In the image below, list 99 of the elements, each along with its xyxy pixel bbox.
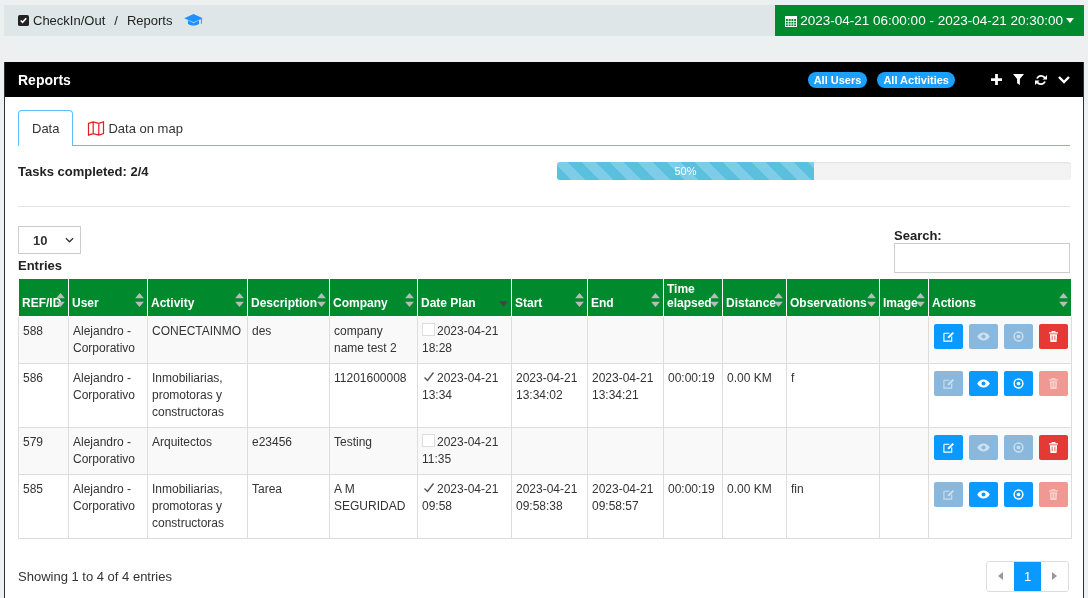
edit-icon bbox=[943, 441, 954, 453]
locate-button[interactable] bbox=[1004, 370, 1033, 396]
filter-badge[interactable]: All Activities bbox=[877, 71, 955, 88]
date-range-button[interactable]: 2023-04-21 06:00:00 - 2023-04-21 20:30:00 bbox=[775, 5, 1084, 36]
date-plan-cell: 2023-04-21 09:58 bbox=[422, 481, 499, 513]
trash-icon bbox=[1049, 330, 1058, 342]
tab[interactable]: Data bbox=[18, 110, 74, 146]
target-icon bbox=[1013, 441, 1024, 453]
chevron-down-icon bbox=[65, 237, 74, 243]
plus-icon[interactable] bbox=[991, 74, 1002, 85]
breadcrumb-item[interactable]: CheckIn/Out bbox=[33, 13, 106, 28]
tasks-completed-label: Tasks completed: 2/4 bbox=[18, 163, 150, 179]
table-cell: 2023-04-21 13:34:02 bbox=[516, 370, 578, 402]
table-cell: 588 bbox=[23, 323, 44, 338]
table-cell: 579 bbox=[23, 434, 44, 449]
panel-title: Reports bbox=[18, 71, 72, 88]
column-header[interactable]: End bbox=[587, 279, 664, 317]
column-header[interactable]: Actions bbox=[928, 279, 1072, 317]
table-cell: e23456 bbox=[252, 434, 293, 449]
table-cell: fin bbox=[791, 481, 804, 496]
column-header[interactable]: Image bbox=[879, 279, 929, 317]
column-header[interactable]: Distance bbox=[722, 279, 787, 317]
tab[interactable]: Data on map bbox=[73, 110, 197, 146]
trash-icon bbox=[1049, 488, 1058, 500]
table-cell: 00:00:19 bbox=[668, 370, 715, 385]
eye-icon bbox=[977, 489, 990, 499]
breadcrumb-separator: / bbox=[114, 13, 118, 28]
edit-button[interactable] bbox=[934, 323, 963, 349]
filter-badge[interactable]: All Users bbox=[807, 71, 868, 88]
table-info: Showing 1 to 4 of 4 entries bbox=[18, 568, 172, 584]
column-header[interactable]: Start bbox=[511, 279, 588, 317]
table-cell: Alejandro - Corporativo bbox=[73, 323, 136, 355]
date-plan-cell: 2023-04-21 13:34 bbox=[422, 370, 499, 402]
view-button[interactable] bbox=[969, 370, 998, 396]
search-field[interactable] bbox=[894, 243, 1070, 273]
column-header[interactable]: Activity bbox=[147, 279, 248, 317]
column-header[interactable]: Date Plan bbox=[417, 279, 512, 317]
entries-select[interactable]: 10 bbox=[18, 226, 81, 254]
table-cell: 2023-04-21 09:58:57 bbox=[592, 481, 654, 513]
caret-left-icon bbox=[998, 572, 1003, 581]
date-plan-cell: 2023-04-21 11:35 bbox=[422, 434, 499, 466]
target-icon bbox=[1013, 377, 1024, 389]
table-cell: 2023-04-21 09:58:38 bbox=[516, 481, 578, 513]
caret-right-icon bbox=[1052, 572, 1057, 581]
eye-icon bbox=[977, 378, 990, 388]
edit-icon bbox=[943, 377, 954, 389]
table-cell: 0.00 KM bbox=[727, 481, 772, 496]
calendar-icon bbox=[785, 14, 798, 27]
table-cell: Tarea bbox=[252, 481, 283, 496]
date-plan-cell: 2023-04-21 18:28 bbox=[422, 323, 499, 355]
table-cell: Alejandro - Corporativo bbox=[73, 434, 136, 466]
column-header[interactable]: Company bbox=[329, 279, 418, 317]
table-cell: Alejandro - Corporativo bbox=[73, 481, 136, 513]
map-icon bbox=[87, 121, 106, 136]
page-button[interactable]: 1 bbox=[1014, 561, 1041, 591]
table-cell: f bbox=[791, 370, 795, 385]
table-cell: 586 bbox=[23, 370, 44, 385]
delete-button[interactable] bbox=[1039, 323, 1068, 349]
column-header[interactable]: User bbox=[68, 279, 148, 317]
target-icon bbox=[1013, 488, 1024, 500]
search-label: Search: bbox=[894, 228, 943, 243]
column-header[interactable]: Time elapsed bbox=[663, 279, 723, 317]
table-cell: 585 bbox=[23, 481, 44, 496]
refresh-icon[interactable] bbox=[1035, 73, 1047, 86]
table-cell: des bbox=[252, 323, 272, 338]
table-cell: 11201600008 bbox=[334, 370, 407, 385]
entries-label: Entries bbox=[18, 258, 64, 273]
progress-fill: 50% bbox=[557, 162, 814, 180]
checkbox-icon bbox=[18, 15, 29, 26]
delete-button[interactable] bbox=[1039, 434, 1068, 460]
edit-icon bbox=[943, 488, 954, 500]
target-icon bbox=[1013, 330, 1024, 342]
breadcrumb-item: Reports bbox=[126, 13, 173, 28]
eye-icon bbox=[977, 442, 990, 452]
trash-icon bbox=[1049, 441, 1058, 453]
column-header[interactable]: REF/ID bbox=[18, 279, 69, 317]
table-cell: Alejandro - Corporativo bbox=[73, 370, 136, 402]
graduation-cap-icon[interactable] bbox=[184, 14, 204, 27]
column-header[interactable]: Description bbox=[247, 279, 330, 317]
edit-button[interactable] bbox=[934, 434, 963, 460]
table-cell: 00:00:19 bbox=[668, 481, 715, 496]
table-cell: Inmobiliarias, promotoras y constructoras bbox=[152, 481, 225, 530]
edit-icon bbox=[943, 330, 954, 342]
chevron-down-icon[interactable] bbox=[1058, 75, 1070, 84]
table-cell: Inmobiliarias, promotoras y constructoras bbox=[152, 370, 225, 419]
table-cell: company name test 2 bbox=[334, 323, 397, 355]
table-cell: Arquitectos bbox=[152, 434, 213, 449]
locate-button[interactable] bbox=[1004, 481, 1033, 507]
caret-down-icon bbox=[1066, 18, 1074, 23]
trash-icon bbox=[1049, 377, 1058, 389]
eye-icon bbox=[977, 331, 990, 341]
table-cell: CONECTAINMO bbox=[152, 323, 242, 338]
column-header[interactable]: Observations bbox=[786, 279, 880, 317]
filter-icon[interactable] bbox=[1013, 74, 1024, 85]
table-cell: 2023-04-21 13:34:21 bbox=[592, 370, 654, 402]
table-cell: A M SEGURIDAD bbox=[334, 481, 406, 513]
table-cell: Testing bbox=[334, 434, 373, 449]
table-cell: 0.00 KM bbox=[727, 370, 772, 385]
view-button[interactable] bbox=[969, 481, 998, 507]
